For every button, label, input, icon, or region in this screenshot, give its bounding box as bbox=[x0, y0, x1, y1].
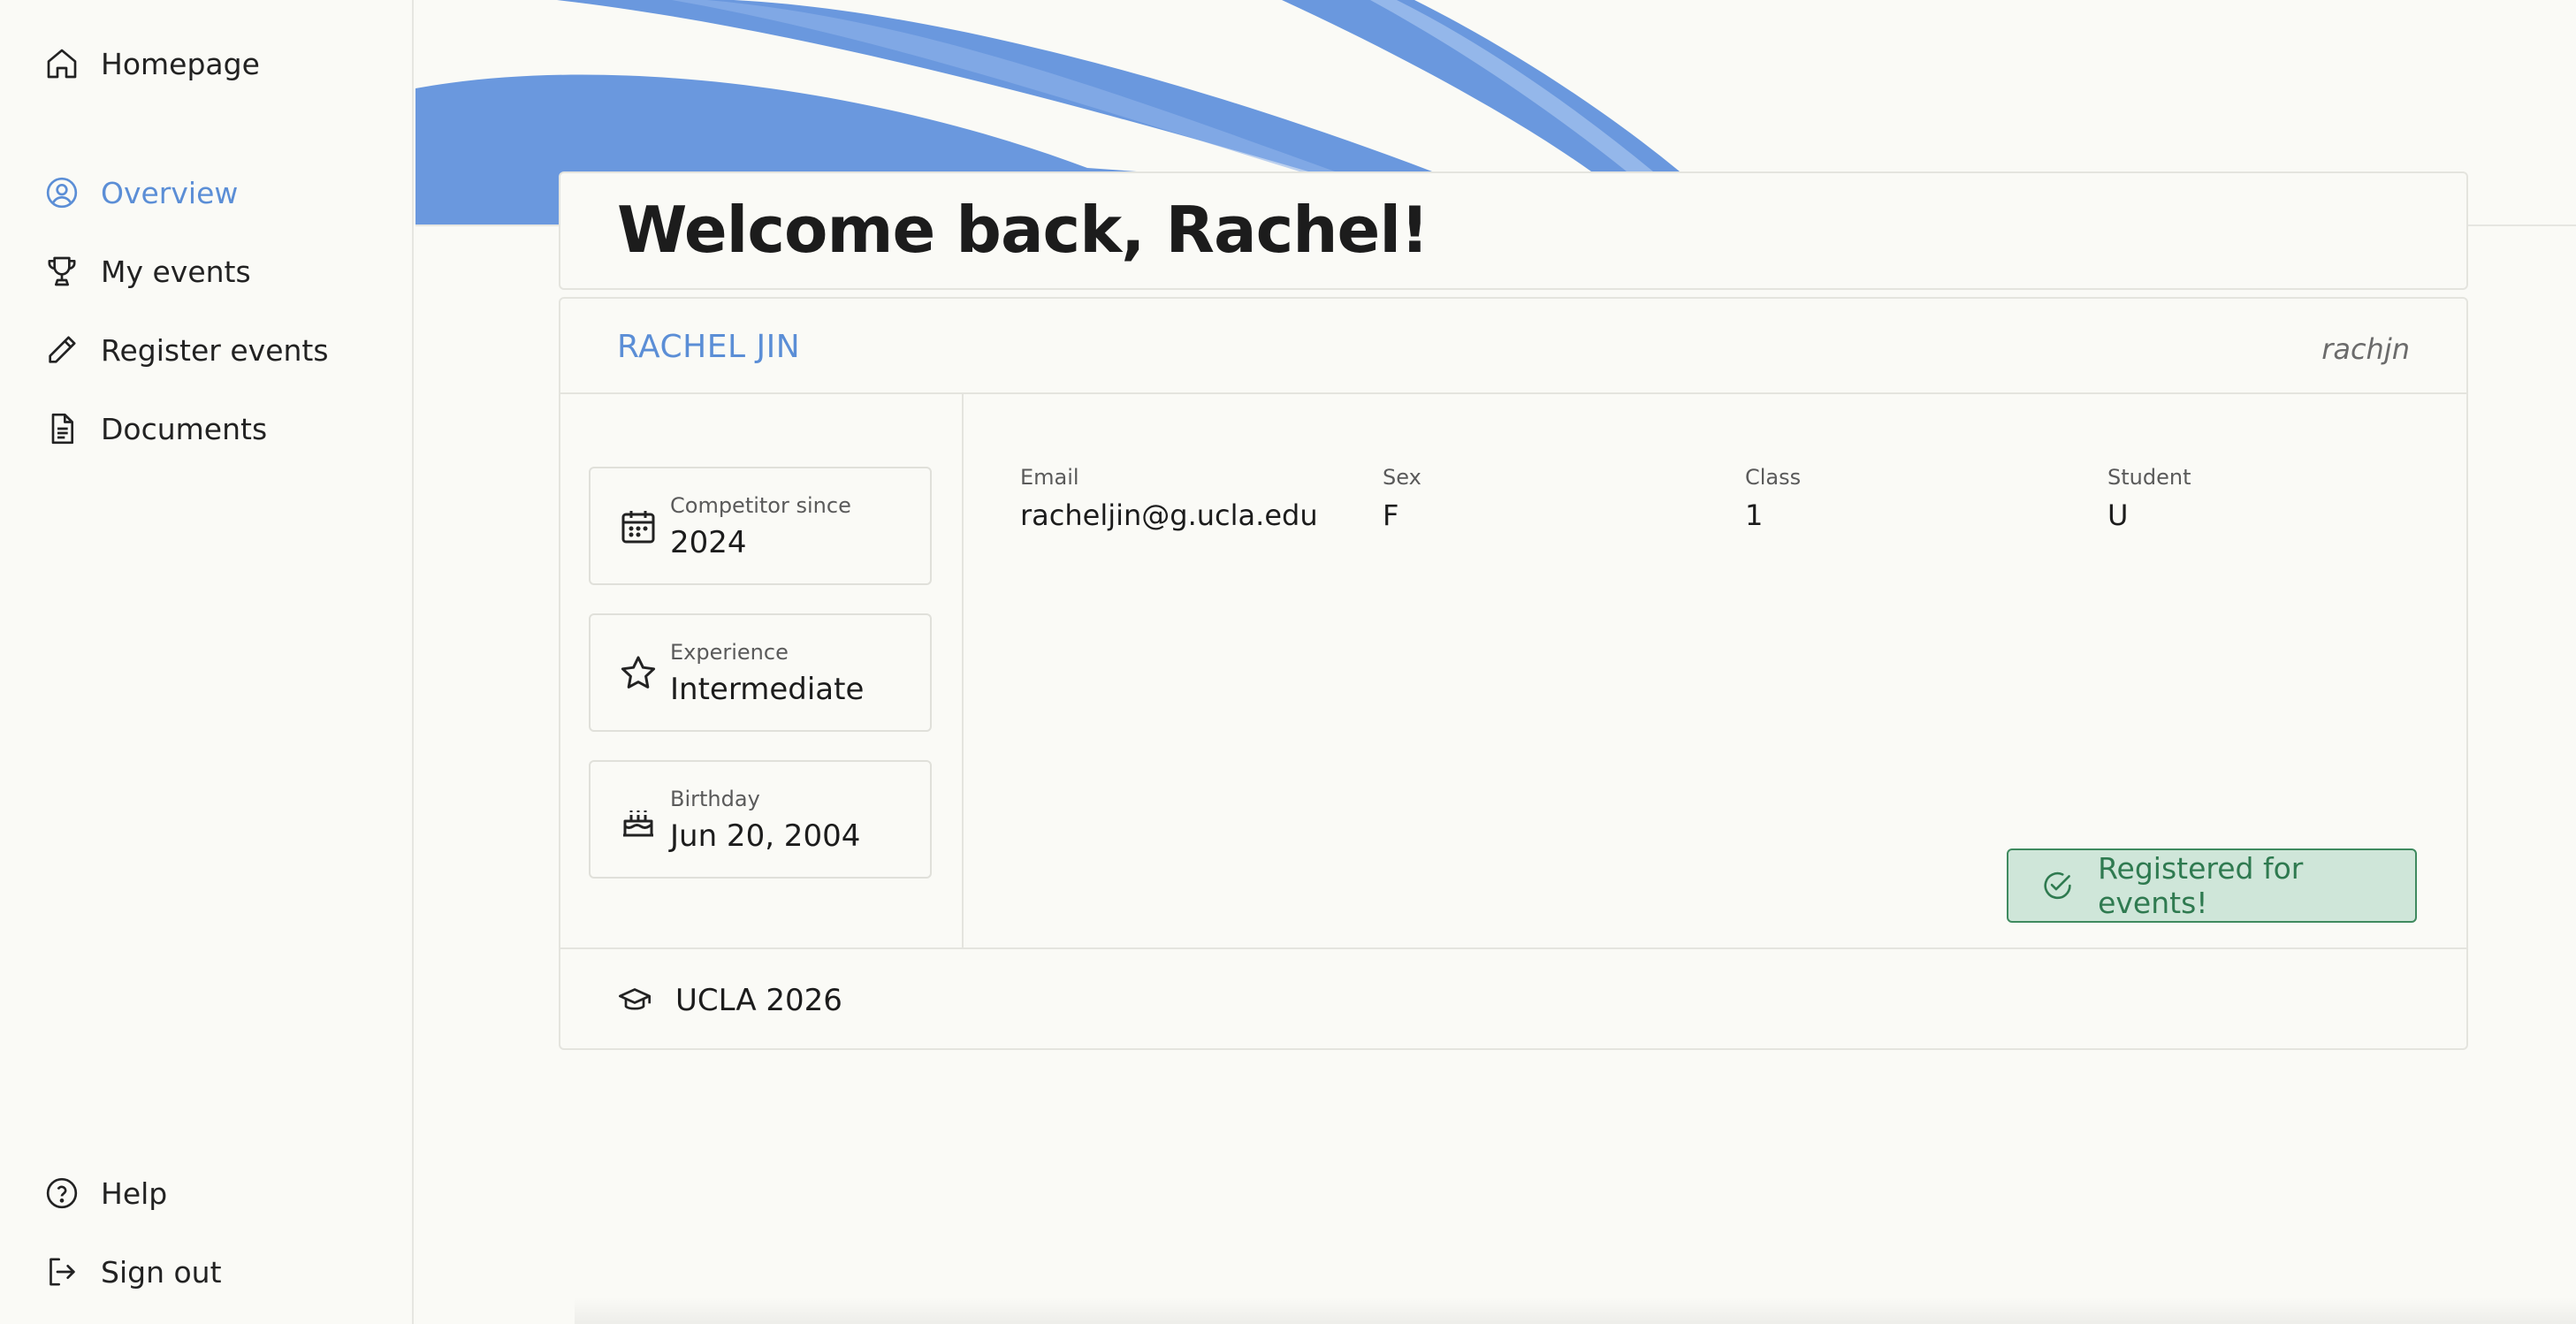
cake-icon bbox=[623, 810, 653, 837]
sidebar-item-label: My events bbox=[101, 254, 251, 289]
info-student: Student U bbox=[2107, 465, 2191, 532]
stat-value: Jun 20, 2004 bbox=[670, 818, 861, 854]
stat-competitor-since: Competitor since 2024 bbox=[589, 467, 932, 585]
sign-out-icon bbox=[42, 1252, 81, 1291]
welcome-card: Welcome back, Rachel! bbox=[559, 171, 2468, 290]
bottom-shadow bbox=[575, 1297, 2576, 1324]
info-value: F bbox=[1383, 498, 1399, 532]
registered-label: Registered for events! bbox=[2098, 851, 2304, 920]
school-label: UCLA 2026 bbox=[675, 983, 842, 1018]
sidebar-item-label: Documents bbox=[101, 411, 268, 446]
page-title: Welcome back, Rachel! bbox=[617, 193, 1429, 267]
info-label: Class bbox=[1745, 465, 1802, 490]
sidebar-item-label: Overview bbox=[101, 175, 239, 210]
main-content: Welcome back, Rachel! RACHEL JIN rachjn … bbox=[415, 0, 2576, 1324]
profile-header: RACHEL JIN rachjn bbox=[560, 299, 2466, 394]
profile-footer: UCLA 2026 bbox=[560, 947, 2466, 1050]
stat-value: 2024 bbox=[670, 525, 747, 560]
sidebar-item-overview[interactable]: Overview bbox=[42, 168, 238, 217]
check-circle-icon bbox=[2044, 871, 2071, 900]
stat-label: Experience bbox=[670, 640, 789, 665]
profile-card: RACHEL JIN rachjn Competitor since 2024 … bbox=[559, 297, 2468, 1050]
sidebar-item-label: Register events bbox=[101, 332, 329, 368]
info-value: racheljin@g.ucla.edu bbox=[1020, 498, 1318, 532]
app-root: Homepage Overview My events Register eve… bbox=[0, 0, 2576, 1324]
home-icon bbox=[42, 44, 81, 83]
profile-stats: Competitor since 2024 Experience Interme… bbox=[560, 394, 964, 947]
info-value: 1 bbox=[1745, 498, 1764, 532]
sidebar-item-register-events[interactable]: Register events bbox=[42, 325, 329, 375]
sidebar-item-sign-out[interactable]: Sign out bbox=[42, 1247, 222, 1297]
sidebar-item-label: Help bbox=[101, 1176, 168, 1211]
sidebar-item-label: Homepage bbox=[101, 46, 260, 81]
graduation-cap-icon bbox=[619, 988, 651, 1010]
stat-value: Intermediate bbox=[670, 672, 865, 707]
registered-status-badge: Registered for events! bbox=[2007, 848, 2417, 923]
sidebar-item-homepage[interactable]: Homepage bbox=[42, 39, 260, 88]
sidebar-item-documents[interactable]: Documents bbox=[42, 404, 267, 453]
stat-label: Competitor since bbox=[670, 493, 851, 518]
info-sex: Sex F bbox=[1383, 465, 1421, 532]
info-label: Sex bbox=[1383, 465, 1421, 490]
sidebar-item-help[interactable]: Help bbox=[42, 1168, 167, 1218]
stat-birthday: Birthday Jun 20, 2004 bbox=[589, 760, 932, 879]
stat-experience: Experience Intermediate bbox=[589, 613, 932, 732]
info-email: Email racheljin@g.ucla.edu bbox=[1020, 465, 1318, 532]
sidebar-item-label: Sign out bbox=[101, 1254, 222, 1290]
user-circle-icon bbox=[42, 173, 81, 212]
help-icon bbox=[42, 1174, 81, 1213]
calendar-icon bbox=[621, 511, 655, 544]
star-icon bbox=[621, 656, 656, 689]
profile-name: RACHEL JIN bbox=[617, 329, 801, 365]
info-value: U bbox=[2107, 498, 2129, 532]
sidebar: Homepage Overview My events Register eve… bbox=[0, 0, 414, 1324]
stat-label: Birthday bbox=[670, 787, 760, 811]
info-class: Class 1 bbox=[1745, 465, 1801, 532]
info-label: Student bbox=[2107, 465, 2191, 490]
document-icon bbox=[42, 409, 81, 448]
sidebar-item-my-events[interactable]: My events bbox=[42, 247, 251, 296]
pencil-icon bbox=[42, 331, 81, 369]
trophy-icon bbox=[42, 252, 81, 291]
info-label: Email bbox=[1020, 465, 1079, 490]
profile-username: rachjn bbox=[2321, 332, 2410, 366]
